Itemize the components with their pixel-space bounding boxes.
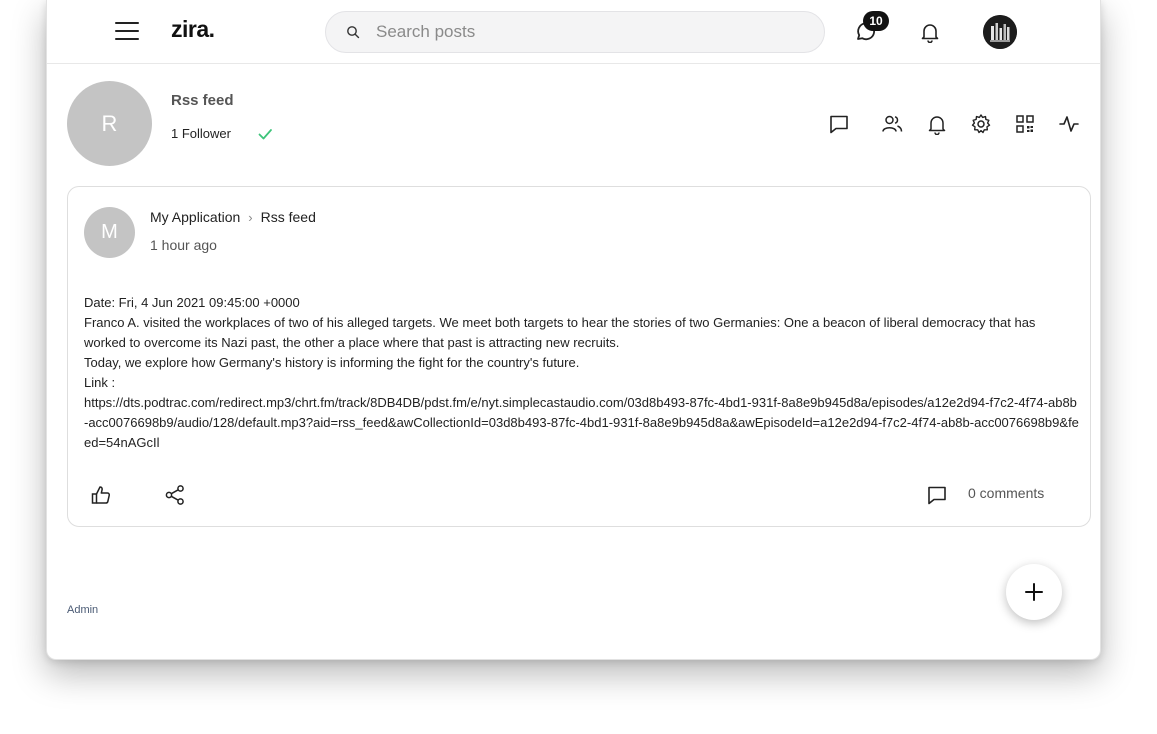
breadcrumb-application[interactable]: My Application [150,209,240,225]
search-icon [347,26,360,39]
menu-icon[interactable] [115,22,139,42]
share-icon[interactable] [164,484,186,506]
post-card: M My Application › Rss feed 1 hour ago Dat… [67,186,1091,527]
breadcrumb-feed[interactable]: Rss feed [261,209,316,225]
post-body: Date: Fri, 4 Jun 2021 09:45:00 +0000 Fra… [84,293,1079,453]
post-description: Franco A. visited the workplaces of two … [84,315,1036,350]
chevron-right-icon: › [248,210,253,225]
gear-icon[interactable] [970,113,992,135]
bell-icon[interactable] [926,113,948,135]
author-avatar[interactable]: M [84,207,135,258]
qr-code-icon[interactable] [1014,113,1036,135]
feed-title: Rss feed [171,92,234,109]
search-bar[interactable] [325,11,825,53]
following-check-icon[interactable] [257,126,273,142]
comments-count[interactable]: 0 comments [968,485,1044,501]
members-icon[interactable] [881,113,903,135]
post-timestamp[interactable]: 1 hour ago [150,237,217,253]
plus-icon [1025,583,1043,601]
top-navbar: zira. 10 [47,0,1100,64]
bell-icon[interactable] [919,21,941,43]
chat-count-badge: 10 [863,11,889,31]
search-input[interactable] [376,12,806,52]
app-logo[interactable]: zira. [171,16,215,43]
breadcrumb: My Application › Rss feed [150,209,316,225]
message-icon[interactable] [828,113,850,135]
post-link-label: Link : [84,375,116,390]
admin-link[interactable]: Admin [67,604,98,616]
user-avatar[interactable] [983,15,1017,49]
feed-avatar: R [67,81,152,166]
follower-count[interactable]: 1 Follower [171,126,231,141]
post-link[interactable]: https://dts.podtrac.com/redirect.mp3/chr… [84,393,1079,453]
activity-icon[interactable] [1058,113,1080,135]
add-post-button[interactable] [1006,564,1062,620]
like-icon[interactable] [90,484,112,506]
post-summary: Today, we explore how Germany's history … [84,355,580,370]
comment-icon[interactable] [926,484,948,506]
app-window: zira. 10 [46,0,1101,660]
post-date-line: Date: Fri, 4 Jun 2021 09:45:00 +0000 [84,295,300,310]
